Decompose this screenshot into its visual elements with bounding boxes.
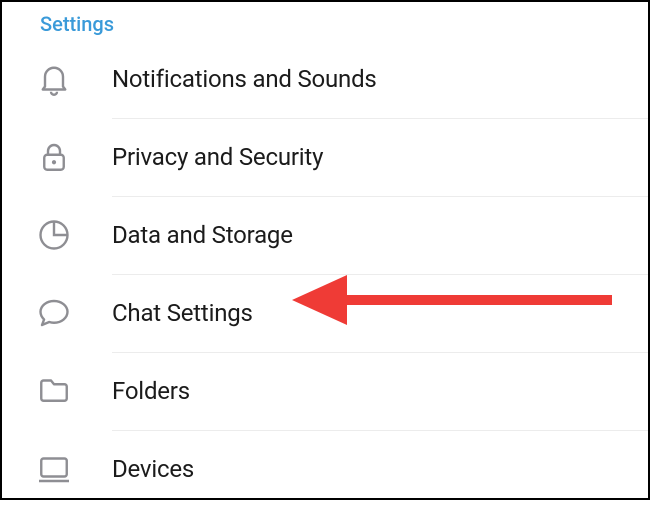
folder-icon	[36, 373, 112, 409]
settings-item-label: Chat Settings	[112, 299, 253, 327]
settings-item-label: Devices	[112, 455, 194, 483]
settings-item-label: Privacy and Security	[112, 143, 323, 171]
settings-item-label: Data and Storage	[112, 221, 293, 249]
settings-item-label: Folders	[112, 377, 190, 405]
settings-section-header: Settings	[2, 2, 648, 40]
settings-item-folders[interactable]: Folders	[2, 352, 648, 430]
settings-list: Notifications and Sounds Privacy and Sec…	[2, 40, 648, 508]
settings-item-notifications[interactable]: Notifications and Sounds	[2, 40, 648, 118]
settings-item-data[interactable]: Data and Storage	[2, 196, 648, 274]
pie-icon	[36, 217, 112, 253]
settings-item-chat[interactable]: Chat Settings	[2, 274, 648, 352]
settings-item-devices[interactable]: Devices	[2, 430, 648, 508]
settings-item-privacy[interactable]: Privacy and Security	[2, 118, 648, 196]
devices-icon	[36, 451, 112, 487]
chat-icon	[36, 295, 112, 331]
settings-item-label: Notifications and Sounds	[112, 65, 377, 93]
bell-icon	[36, 61, 112, 97]
lock-icon	[36, 139, 112, 175]
